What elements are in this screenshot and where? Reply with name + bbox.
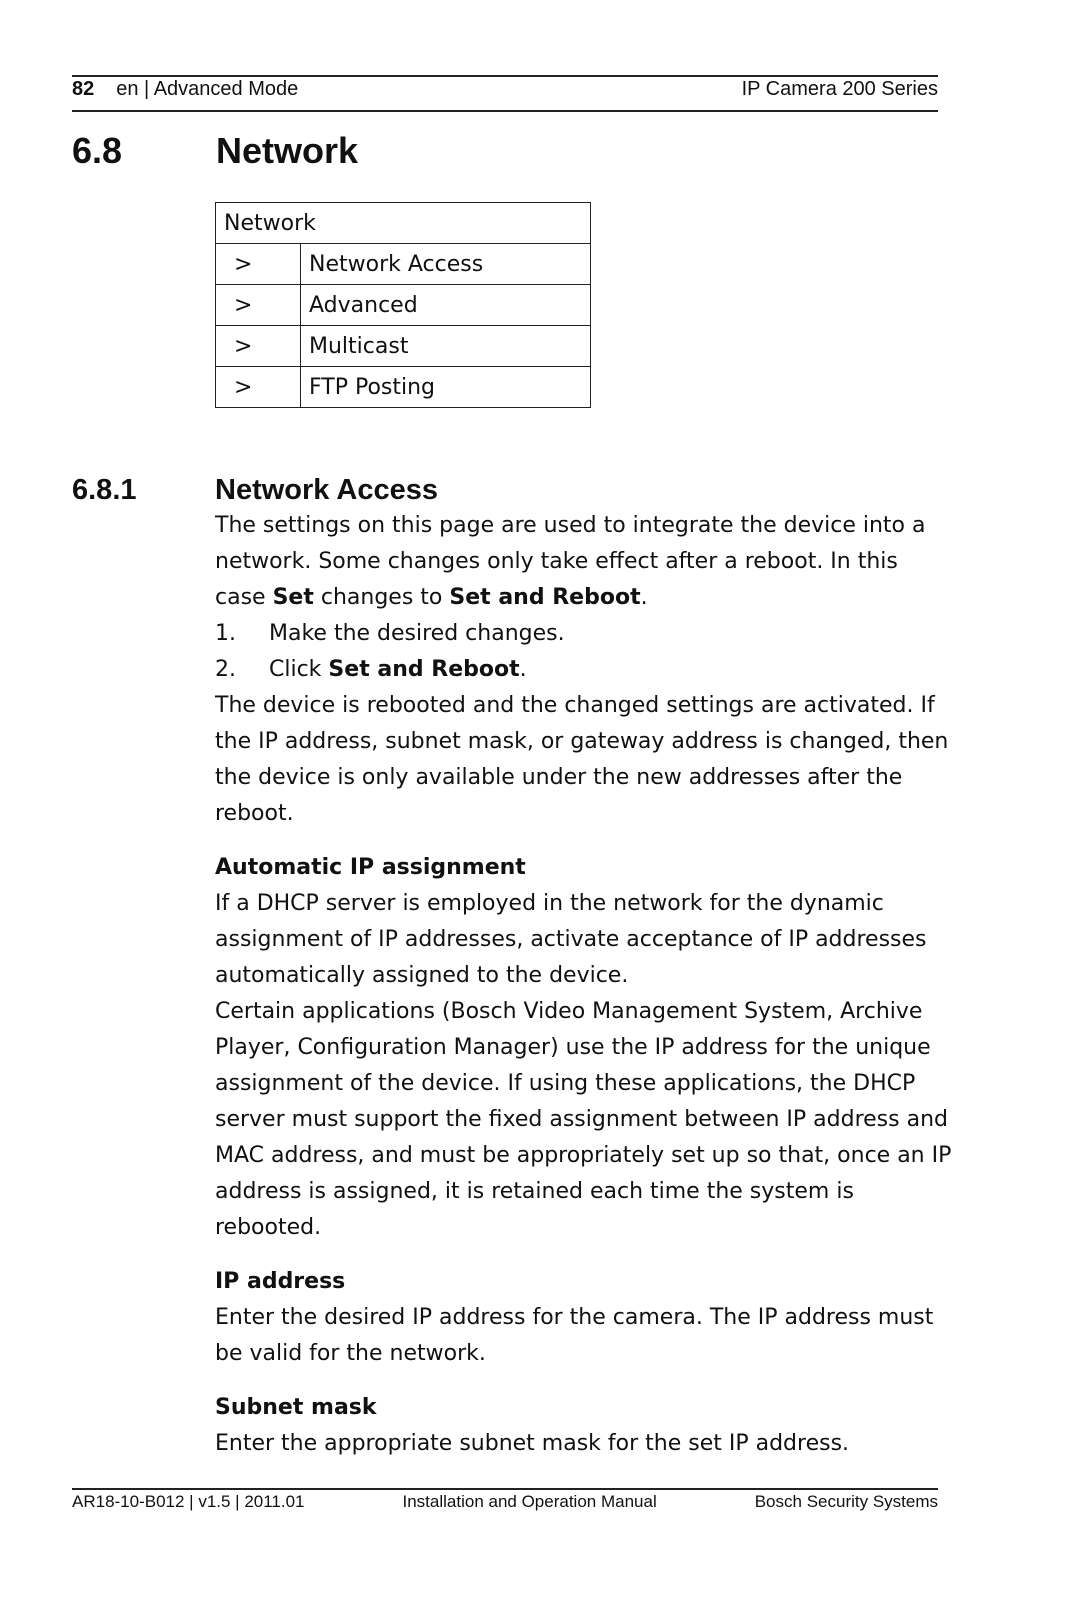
after-steps-paragraph: The device is rebooted and the changed s… [215,693,949,826]
step-number: 2. [215,657,236,682]
step-item: 1. Make the desired changes. [215,616,955,652]
arrow-icon: > [215,284,301,326]
menu-item-label: Network Access [300,243,591,285]
section-heading: 6.8.1 Network Access [72,474,438,507]
arrow-icon: > [215,325,301,367]
page-footer: AR18-10-B012 | v1.5 | 2011.01 Installati… [72,1492,938,1512]
page-number: 82 [72,78,95,100]
step-text: Make the desired changes. [269,621,565,646]
menu-path-table: Network > Network Access > Advanced > Multi… [215,202,591,408]
step-number: 1. [215,621,236,646]
header-left: 82 en | Advanced Mode [72,78,298,101]
ui-term-set: Set [272,585,314,610]
paragraph: Certain applications (Bosch Video Manage… [215,999,952,1240]
paragraph: Enter the appropriate subnet mask for th… [215,1431,850,1456]
intro-text: . [640,585,648,610]
page-header: 82 en | Advanced Mode IP Camera 200 Serie… [72,78,938,101]
footer-doc-title: Installation and Operation Manual [402,1492,657,1511]
footer-rule [72,1488,938,1490]
subsection-title: Automatic IP assignment [215,855,526,880]
menu-table-row: > Advanced [215,284,591,326]
header-bottom-rule [72,110,938,112]
step-text: Click [269,657,329,682]
ui-term-set-and-reboot: Set and Reboot [449,585,641,610]
intro-paragraph: The settings on this page are used to in… [215,508,955,616]
arrow-icon: > [215,243,301,285]
menu-item-label: Multicast [300,325,591,367]
step-item: 2. Click Set and Reboot. [215,652,955,688]
header-section: en | Advanced Mode [116,78,299,100]
menu-table-row: > FTP Posting [215,366,591,408]
footer-doc-id: AR18-10-B012 | v1.5 | 2011.01 [72,1492,305,1511]
chapter-heading: 6.8 Network [72,130,358,172]
subsection-title: Subnet mask [215,1395,377,1420]
intro-text: changes to [313,585,450,610]
chapter-title: Network [216,130,359,171]
arrow-icon: > [215,366,301,408]
footer-company: Bosch Security Systems [754,1492,938,1511]
paragraph: Enter the desired IP address for the cam… [215,1305,934,1366]
subsection-title: IP address [215,1269,346,1294]
menu-item-label: FTP Posting [300,366,591,408]
menu-table-title: Network [215,202,591,244]
chapter-number: 6.8 [72,130,123,171]
step-text: . [519,657,527,682]
section-body: The settings on this page are used to in… [215,508,955,1462]
menu-table-row: > Network Access [215,243,591,285]
paragraph: If a DHCP server is employed in the netw… [215,891,927,988]
section-title: Network Access [215,474,438,506]
header-product: IP Camera 200 Series [741,78,938,100]
menu-table-row: > Multicast [215,325,591,367]
menu-item-label: Advanced [300,284,591,326]
steps-list: 1. Make the desired changes. 2. Click Set … [215,616,955,688]
ui-term-set-and-reboot: Set and Reboot [328,657,520,682]
header-top-rule [72,75,938,77]
section-number: 6.8.1 [72,474,137,506]
